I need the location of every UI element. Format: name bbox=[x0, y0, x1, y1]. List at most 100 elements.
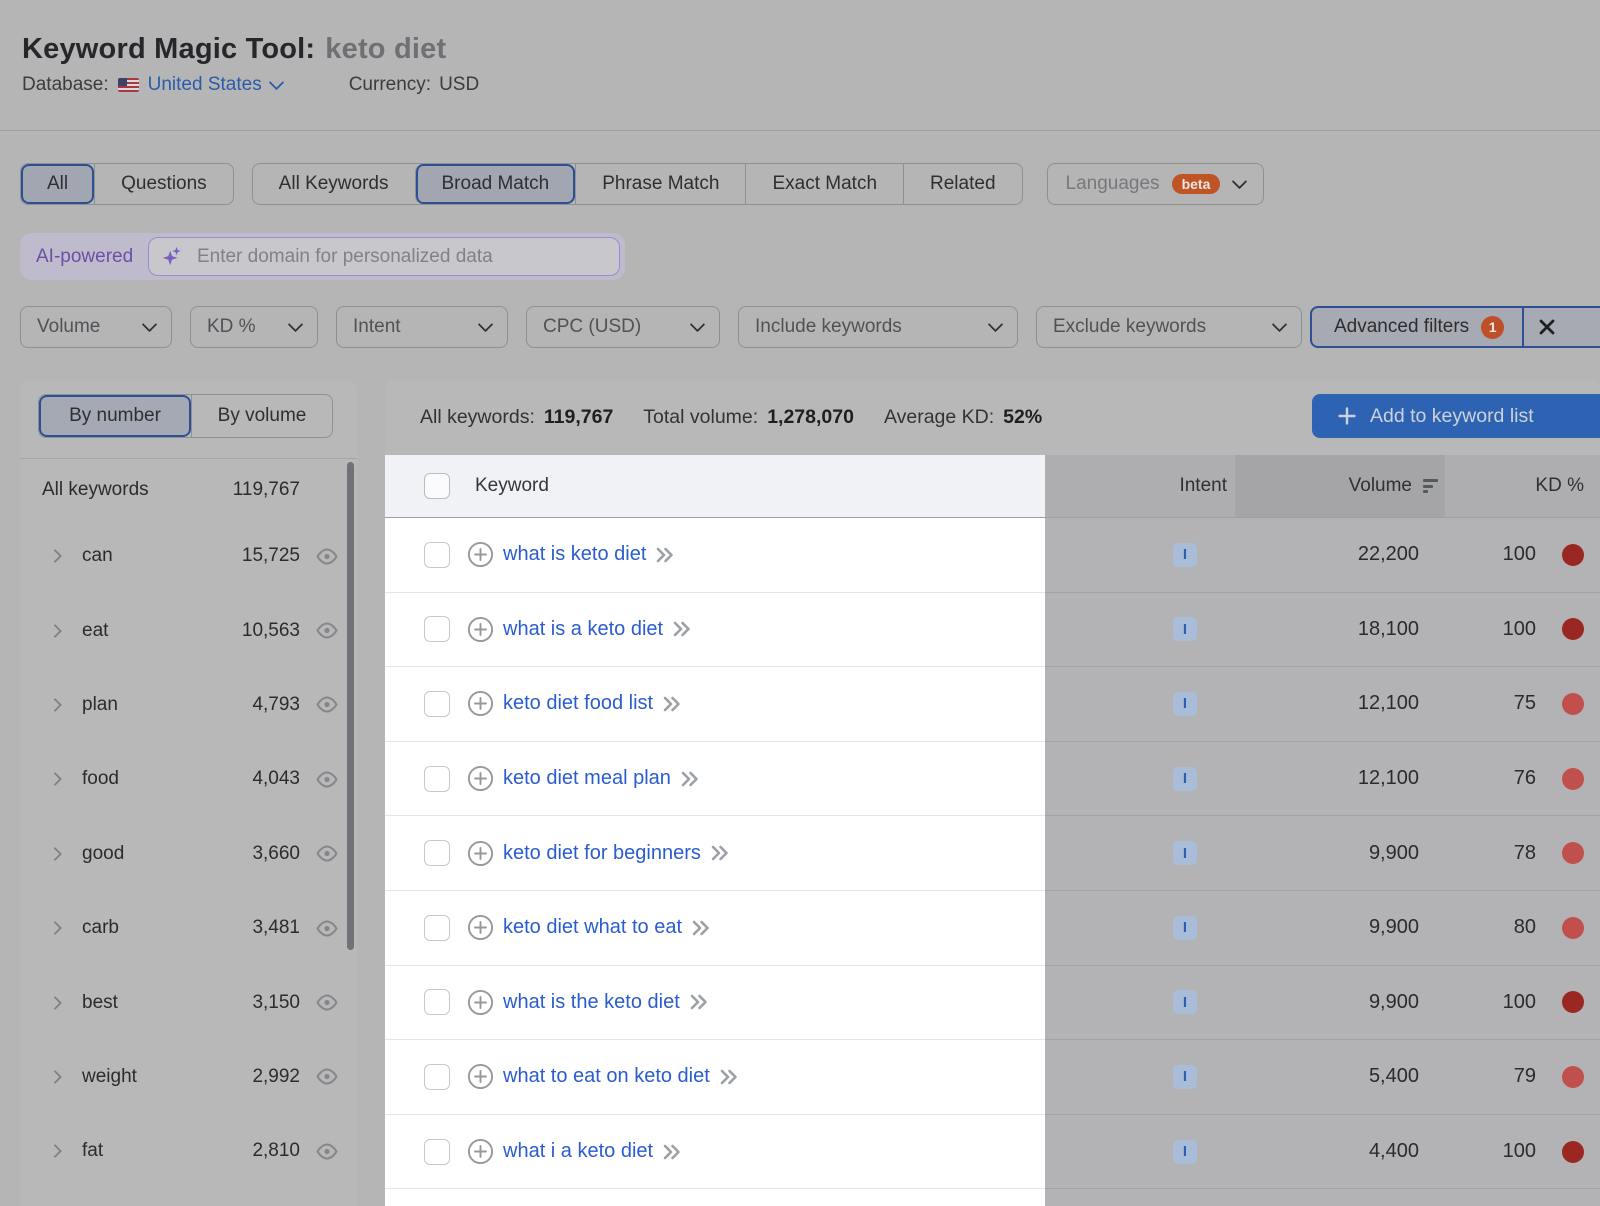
domain-input[interactable] bbox=[195, 245, 607, 269]
tab[interactable]: Phrase Match bbox=[575, 164, 745, 204]
column-header-intent[interactable]: Intent bbox=[1179, 475, 1227, 497]
tab[interactable]: All bbox=[21, 164, 94, 204]
keyword-group-item[interactable]: eat 10,563 bbox=[20, 593, 357, 667]
row-checkbox[interactable] bbox=[424, 840, 450, 866]
eye-icon[interactable] bbox=[315, 845, 339, 862]
keyword-link[interactable]: what to eat on keto diet bbox=[503, 1065, 710, 1088]
keyword-link[interactable]: what i a keto diet bbox=[503, 1140, 653, 1163]
open-keyword-icon[interactable] bbox=[662, 1144, 682, 1160]
row-checkbox[interactable] bbox=[424, 542, 450, 568]
intent-badge[interactable]: I bbox=[1173, 617, 1197, 641]
intent-badge[interactable]: I bbox=[1173, 1140, 1197, 1164]
add-keyword-icon[interactable] bbox=[467, 541, 494, 568]
intent-badge[interactable]: I bbox=[1173, 692, 1197, 716]
kd-indicator bbox=[1562, 768, 1584, 790]
eye-icon[interactable] bbox=[315, 1068, 339, 1085]
open-keyword-icon[interactable] bbox=[691, 920, 711, 936]
advanced-filters-button[interactable]: Advanced filters 1 bbox=[1310, 306, 1600, 348]
keyword-link[interactable]: keto diet what to eat bbox=[503, 916, 682, 939]
eye-icon[interactable] bbox=[315, 696, 339, 713]
row-checkbox[interactable] bbox=[424, 989, 450, 1015]
keyword-group-item[interactable]: can 15,725 bbox=[20, 519, 357, 593]
open-keyword-icon[interactable] bbox=[710, 845, 730, 861]
filter-dropdown[interactable]: Intent bbox=[336, 306, 508, 348]
row-checkbox[interactable] bbox=[424, 1064, 450, 1090]
tab[interactable]: Exact Match bbox=[745, 164, 903, 204]
open-keyword-icon[interactable] bbox=[655, 547, 675, 563]
filter-dropdown[interactable]: Exclude keywords bbox=[1036, 306, 1302, 348]
stat-total-volume: Total volume: 1,278,070 bbox=[643, 406, 854, 429]
filter-dropdown[interactable]: Include keywords bbox=[738, 306, 1018, 348]
sort-toggle-tab[interactable]: By number bbox=[39, 395, 191, 437]
column-header-keyword[interactable]: Keyword bbox=[475, 475, 549, 497]
sidebar-scrollbar[interactable] bbox=[347, 462, 354, 950]
add-keyword-icon[interactable] bbox=[467, 1063, 494, 1090]
row-checkbox[interactable] bbox=[424, 1139, 450, 1165]
add-to-keyword-list-button[interactable]: Add to keyword list bbox=[1312, 394, 1600, 438]
intent-badge[interactable]: I bbox=[1173, 916, 1197, 940]
filter-dropdown[interactable]: Volume bbox=[20, 306, 172, 348]
chevron-down-icon bbox=[1232, 174, 1248, 190]
tab[interactable]: Questions bbox=[94, 164, 233, 204]
keyword-group-item[interactable]: best 3,150 bbox=[20, 965, 357, 1039]
row-checkbox[interactable] bbox=[424, 915, 450, 941]
filter-dropdown[interactable]: KD % bbox=[190, 306, 318, 348]
open-keyword-icon[interactable] bbox=[672, 621, 692, 637]
chevron-right-icon bbox=[48, 772, 62, 786]
open-keyword-icon[interactable] bbox=[680, 771, 700, 787]
intent-badge[interactable]: I bbox=[1173, 841, 1197, 865]
sort-descending-icon[interactable] bbox=[1423, 479, 1439, 493]
sort-toggle-tab[interactable]: By volume bbox=[191, 395, 332, 437]
kd-indicator bbox=[1562, 842, 1584, 864]
tab[interactable]: Broad Match bbox=[415, 164, 576, 204]
intent-badge[interactable]: I bbox=[1173, 1065, 1197, 1089]
add-keyword-icon[interactable] bbox=[467, 765, 494, 792]
keyword-group-item[interactable]: carb 3,481 bbox=[20, 891, 357, 965]
row-checkbox[interactable] bbox=[424, 616, 450, 642]
keyword-group-item[interactable]: plan 4,793 bbox=[20, 668, 357, 742]
intent-badge[interactable]: I bbox=[1173, 543, 1197, 567]
languages-dropdown[interactable]: Languages beta bbox=[1047, 163, 1265, 205]
row-checkbox[interactable] bbox=[424, 691, 450, 717]
eye-icon[interactable] bbox=[315, 771, 339, 788]
clear-filters-icon[interactable] bbox=[1537, 317, 1557, 337]
column-header-kd[interactable]: KD % bbox=[1535, 475, 1584, 497]
open-keyword-icon[interactable] bbox=[719, 1069, 739, 1085]
eye-icon[interactable] bbox=[315, 920, 339, 937]
add-keyword-icon[interactable] bbox=[467, 914, 494, 941]
filter-dropdown[interactable]: CPC (USD) bbox=[526, 306, 720, 348]
add-keyword-icon[interactable] bbox=[467, 1138, 494, 1165]
keyword-group-item[interactable]: good 3,660 bbox=[20, 817, 357, 891]
database-selector[interactable]: United States bbox=[118, 74, 282, 96]
open-keyword-icon[interactable] bbox=[662, 696, 682, 712]
sidebar-item-all-keywords[interactable]: All keywords 119,767 bbox=[20, 464, 357, 516]
row-checkbox[interactable] bbox=[424, 766, 450, 792]
eye-icon[interactable] bbox=[315, 1143, 339, 1160]
column-header-volume[interactable]: Volume bbox=[1349, 475, 1412, 497]
match-type-group: All Keywords Broad Match Phrase Match Ex… bbox=[252, 163, 1023, 205]
open-keyword-icon[interactable] bbox=[689, 994, 709, 1010]
keyword-link[interactable]: what is a keto diet bbox=[503, 618, 663, 641]
keyword-link[interactable]: keto diet for beginners bbox=[503, 842, 701, 865]
tab[interactable]: All Keywords bbox=[253, 164, 415, 204]
intent-badge[interactable]: I bbox=[1173, 767, 1197, 791]
keyword-group-item[interactable]: weight 2,992 bbox=[20, 1040, 357, 1114]
add-keyword-icon[interactable] bbox=[467, 989, 494, 1016]
eye-icon[interactable] bbox=[315, 548, 339, 565]
add-keyword-icon[interactable] bbox=[467, 616, 494, 643]
keyword-group-item[interactable]: fat 2,810 bbox=[20, 1114, 357, 1188]
add-keyword-icon[interactable] bbox=[467, 690, 494, 717]
keyword-link[interactable]: keto diet food list bbox=[503, 692, 653, 715]
keyword-group-item[interactable]: food 4,043 bbox=[20, 742, 357, 816]
intent-badge[interactable]: I bbox=[1173, 990, 1197, 1014]
select-all-checkbox[interactable] bbox=[424, 473, 450, 499]
group-count: 15,725 bbox=[242, 545, 300, 567]
add-keyword-icon[interactable] bbox=[467, 840, 494, 867]
tab[interactable]: Related bbox=[903, 164, 1022, 204]
eye-icon[interactable] bbox=[315, 622, 339, 639]
eye-icon[interactable] bbox=[315, 994, 339, 1011]
keyword-link[interactable]: what is keto diet bbox=[503, 543, 646, 566]
keyword-link[interactable]: keto diet meal plan bbox=[503, 767, 671, 790]
keyword-link[interactable]: what is the keto diet bbox=[503, 991, 680, 1014]
chevron-right-icon bbox=[48, 549, 62, 563]
